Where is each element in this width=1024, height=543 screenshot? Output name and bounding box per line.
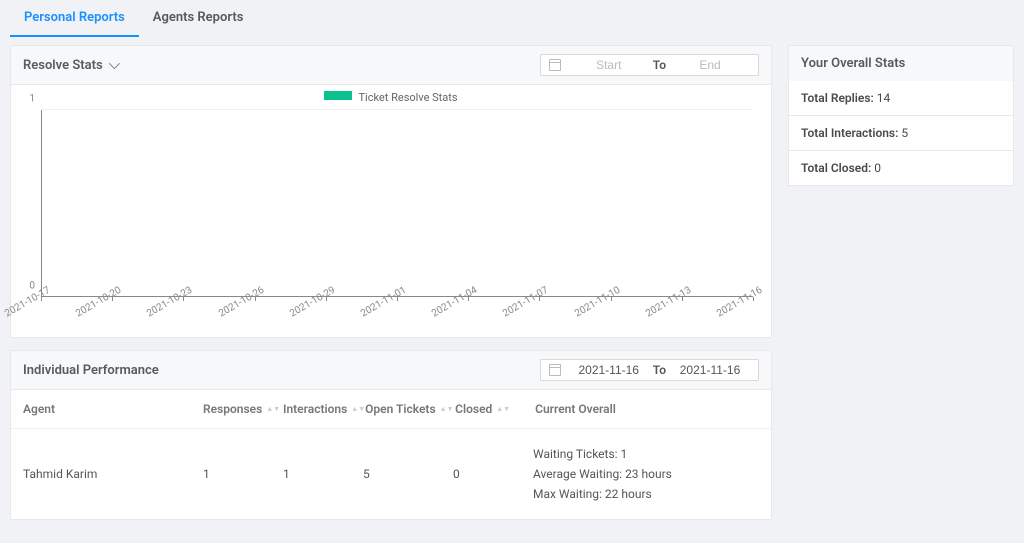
legend-swatch-icon bbox=[324, 91, 352, 100]
stat-label: Total Closed: bbox=[801, 161, 871, 175]
col-header-closed[interactable]: Closed▲▼ bbox=[455, 402, 535, 416]
stat-row-replies: Total Replies: 14 bbox=[788, 81, 1014, 116]
stat-value: 5 bbox=[901, 126, 908, 140]
col-header-current-overall[interactable]: Current Overall bbox=[535, 402, 759, 416]
individual-date-end-input[interactable] bbox=[670, 363, 750, 377]
plot-area bbox=[41, 110, 753, 297]
resolve-date-start-input[interactable] bbox=[569, 58, 649, 72]
tab-agents-reports[interactable]: Agents Reports bbox=[139, 0, 258, 37]
individual-performance-card: Individual Performance To Agent Response… bbox=[10, 350, 772, 520]
resolve-stats-card: Resolve Stats To Ticket Resolve Stats 0 1… bbox=[10, 45, 772, 338]
y-tick-label: 0 bbox=[29, 281, 35, 292]
sort-icon: ▲▼ bbox=[496, 407, 510, 411]
overall-max-waiting: Max Waiting: 22 hours bbox=[533, 487, 759, 501]
individual-date-range-picker[interactable]: To bbox=[540, 359, 759, 381]
individual-performance-title: Individual Performance bbox=[23, 363, 159, 378]
sort-icon: ▲▼ bbox=[266, 407, 280, 411]
calendar-icon bbox=[549, 364, 561, 376]
resolve-stats-toggle[interactable]: Resolve Stats bbox=[23, 58, 117, 73]
table-header-row: Agent Responses▲▼ Interactions▲▼ Open Ti… bbox=[11, 390, 771, 429]
chart-legend: Ticket Resolve Stats bbox=[21, 91, 761, 104]
cell-responses: 1 bbox=[203, 467, 283, 481]
resolve-date-range-picker[interactable]: To bbox=[540, 54, 759, 76]
sort-icon: ▲▼ bbox=[351, 407, 365, 411]
col-header-open-tickets[interactable]: Open Tickets▲▼ bbox=[365, 402, 455, 416]
col-header-responses[interactable]: Responses▲▼ bbox=[203, 402, 283, 416]
overall-avg-waiting: Average Waiting: 23 hours bbox=[533, 467, 759, 481]
stat-label: Total Replies: bbox=[801, 91, 874, 105]
stat-row-closed: Total Closed: 0 bbox=[788, 151, 1014, 186]
cell-open-tickets: 5 bbox=[363, 467, 453, 481]
sort-icon: ▲▼ bbox=[440, 407, 454, 411]
cell-agent: Tahmid Karim bbox=[23, 467, 203, 481]
date-separator: To bbox=[653, 363, 666, 377]
table-row: Tahmid Karim 1 1 5 0 Waiting Tickets: 1 … bbox=[11, 429, 771, 519]
y-tick-label: 1 bbox=[29, 94, 35, 105]
resolve-date-end-input[interactable] bbox=[670, 58, 750, 72]
stat-label: Total Interactions: bbox=[801, 126, 898, 140]
overall-stats-title: Your Overall Stats bbox=[788, 45, 1014, 81]
individual-date-start-input[interactable] bbox=[569, 363, 649, 377]
resolve-chart: Ticket Resolve Stats 012021-10-172021-10… bbox=[11, 85, 771, 337]
col-header-agent[interactable]: Agent bbox=[23, 402, 203, 416]
col-header-interactions[interactable]: Interactions▲▼ bbox=[283, 402, 365, 416]
cell-current-overall: Waiting Tickets: 1 Average Waiting: 23 h… bbox=[533, 447, 759, 501]
report-tabs: Personal Reports Agents Reports bbox=[0, 0, 1024, 37]
overall-stats-panel: Your Overall Stats Total Replies: 14 Tot… bbox=[788, 45, 1014, 532]
tab-personal-reports[interactable]: Personal Reports bbox=[10, 0, 139, 37]
resolve-stats-title: Resolve Stats bbox=[23, 58, 103, 73]
legend-label: Ticket Resolve Stats bbox=[358, 91, 457, 104]
stat-value: 0 bbox=[874, 161, 881, 175]
overall-waiting-tickets: Waiting Tickets: 1 bbox=[533, 447, 759, 461]
cell-closed: 0 bbox=[453, 467, 533, 481]
stat-row-interactions: Total Interactions: 5 bbox=[788, 116, 1014, 151]
calendar-icon bbox=[549, 59, 561, 71]
chevron-down-icon bbox=[108, 58, 119, 69]
cell-interactions: 1 bbox=[283, 467, 363, 481]
stat-value: 14 bbox=[877, 91, 891, 105]
date-separator: To bbox=[653, 58, 666, 72]
